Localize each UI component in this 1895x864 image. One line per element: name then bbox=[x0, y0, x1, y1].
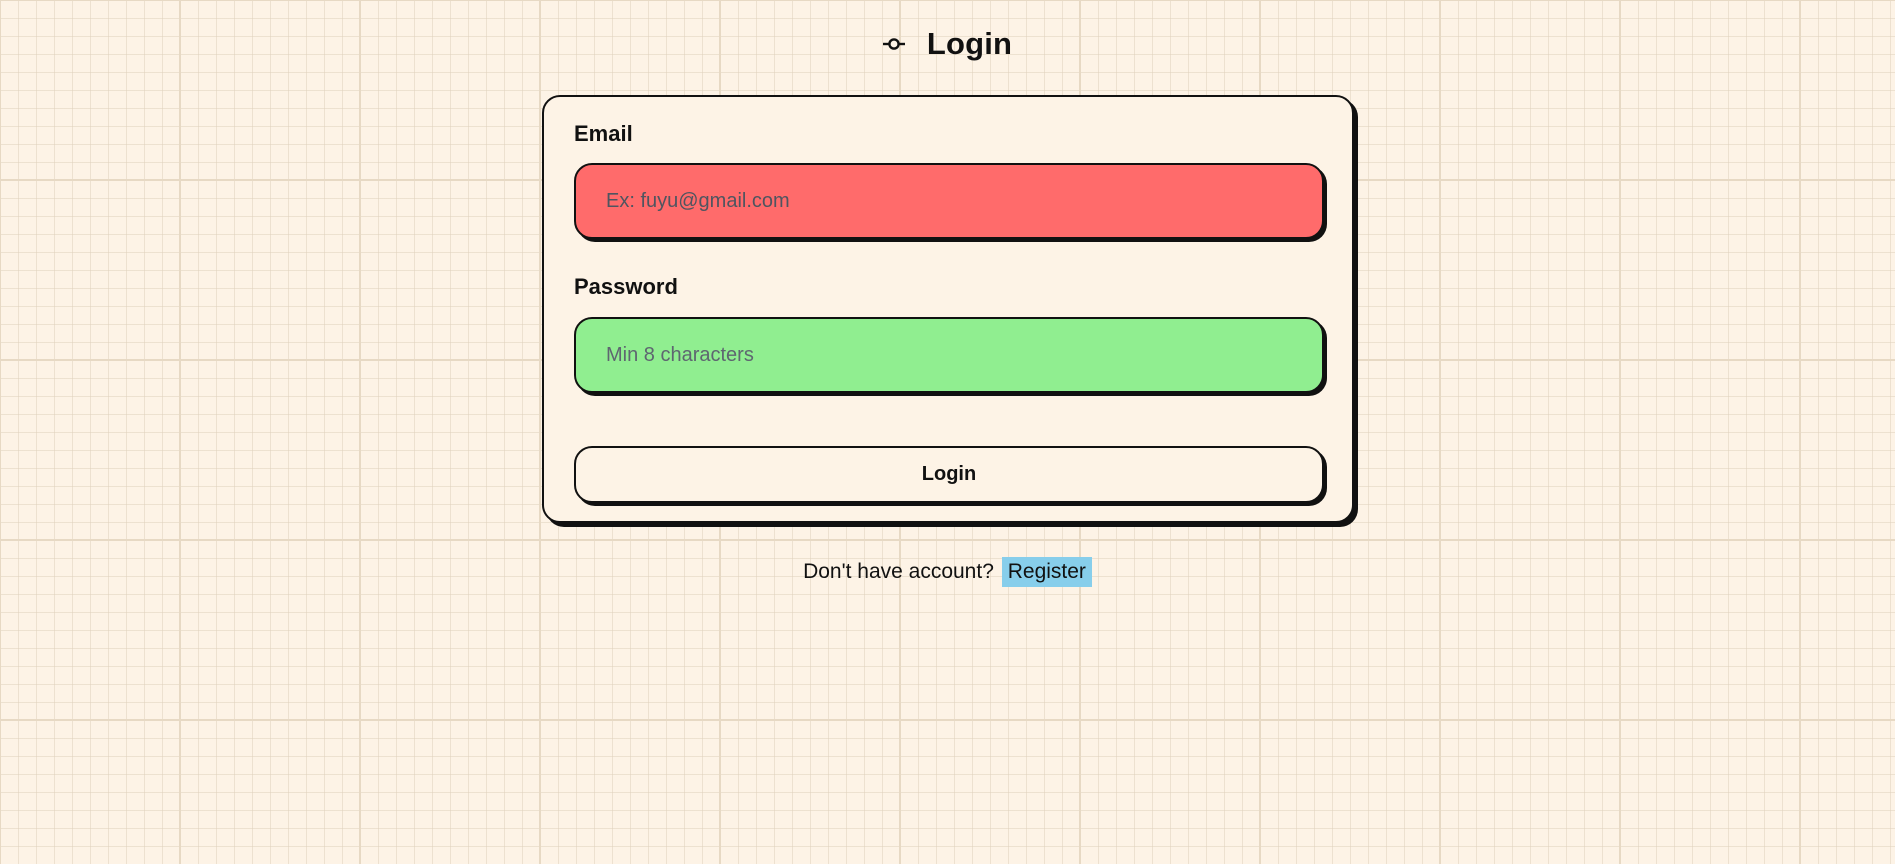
password-field[interactable] bbox=[574, 317, 1324, 393]
email-field[interactable] bbox=[574, 163, 1324, 239]
page-header: Login bbox=[0, 26, 1895, 62]
register-prompt: Don't have account? Register bbox=[0, 557, 1895, 587]
register-link[interactable]: Register bbox=[1001, 557, 1092, 587]
login-button[interactable]: Login bbox=[574, 446, 1324, 503]
register-prompt-text: Don't have account? bbox=[803, 560, 994, 583]
commit-icon bbox=[882, 33, 905, 55]
login-card: Email Password Login bbox=[542, 95, 1354, 523]
page-title: Login bbox=[926, 26, 1013, 61]
password-label: Password bbox=[574, 274, 678, 299]
email-label: Email bbox=[574, 121, 633, 146]
